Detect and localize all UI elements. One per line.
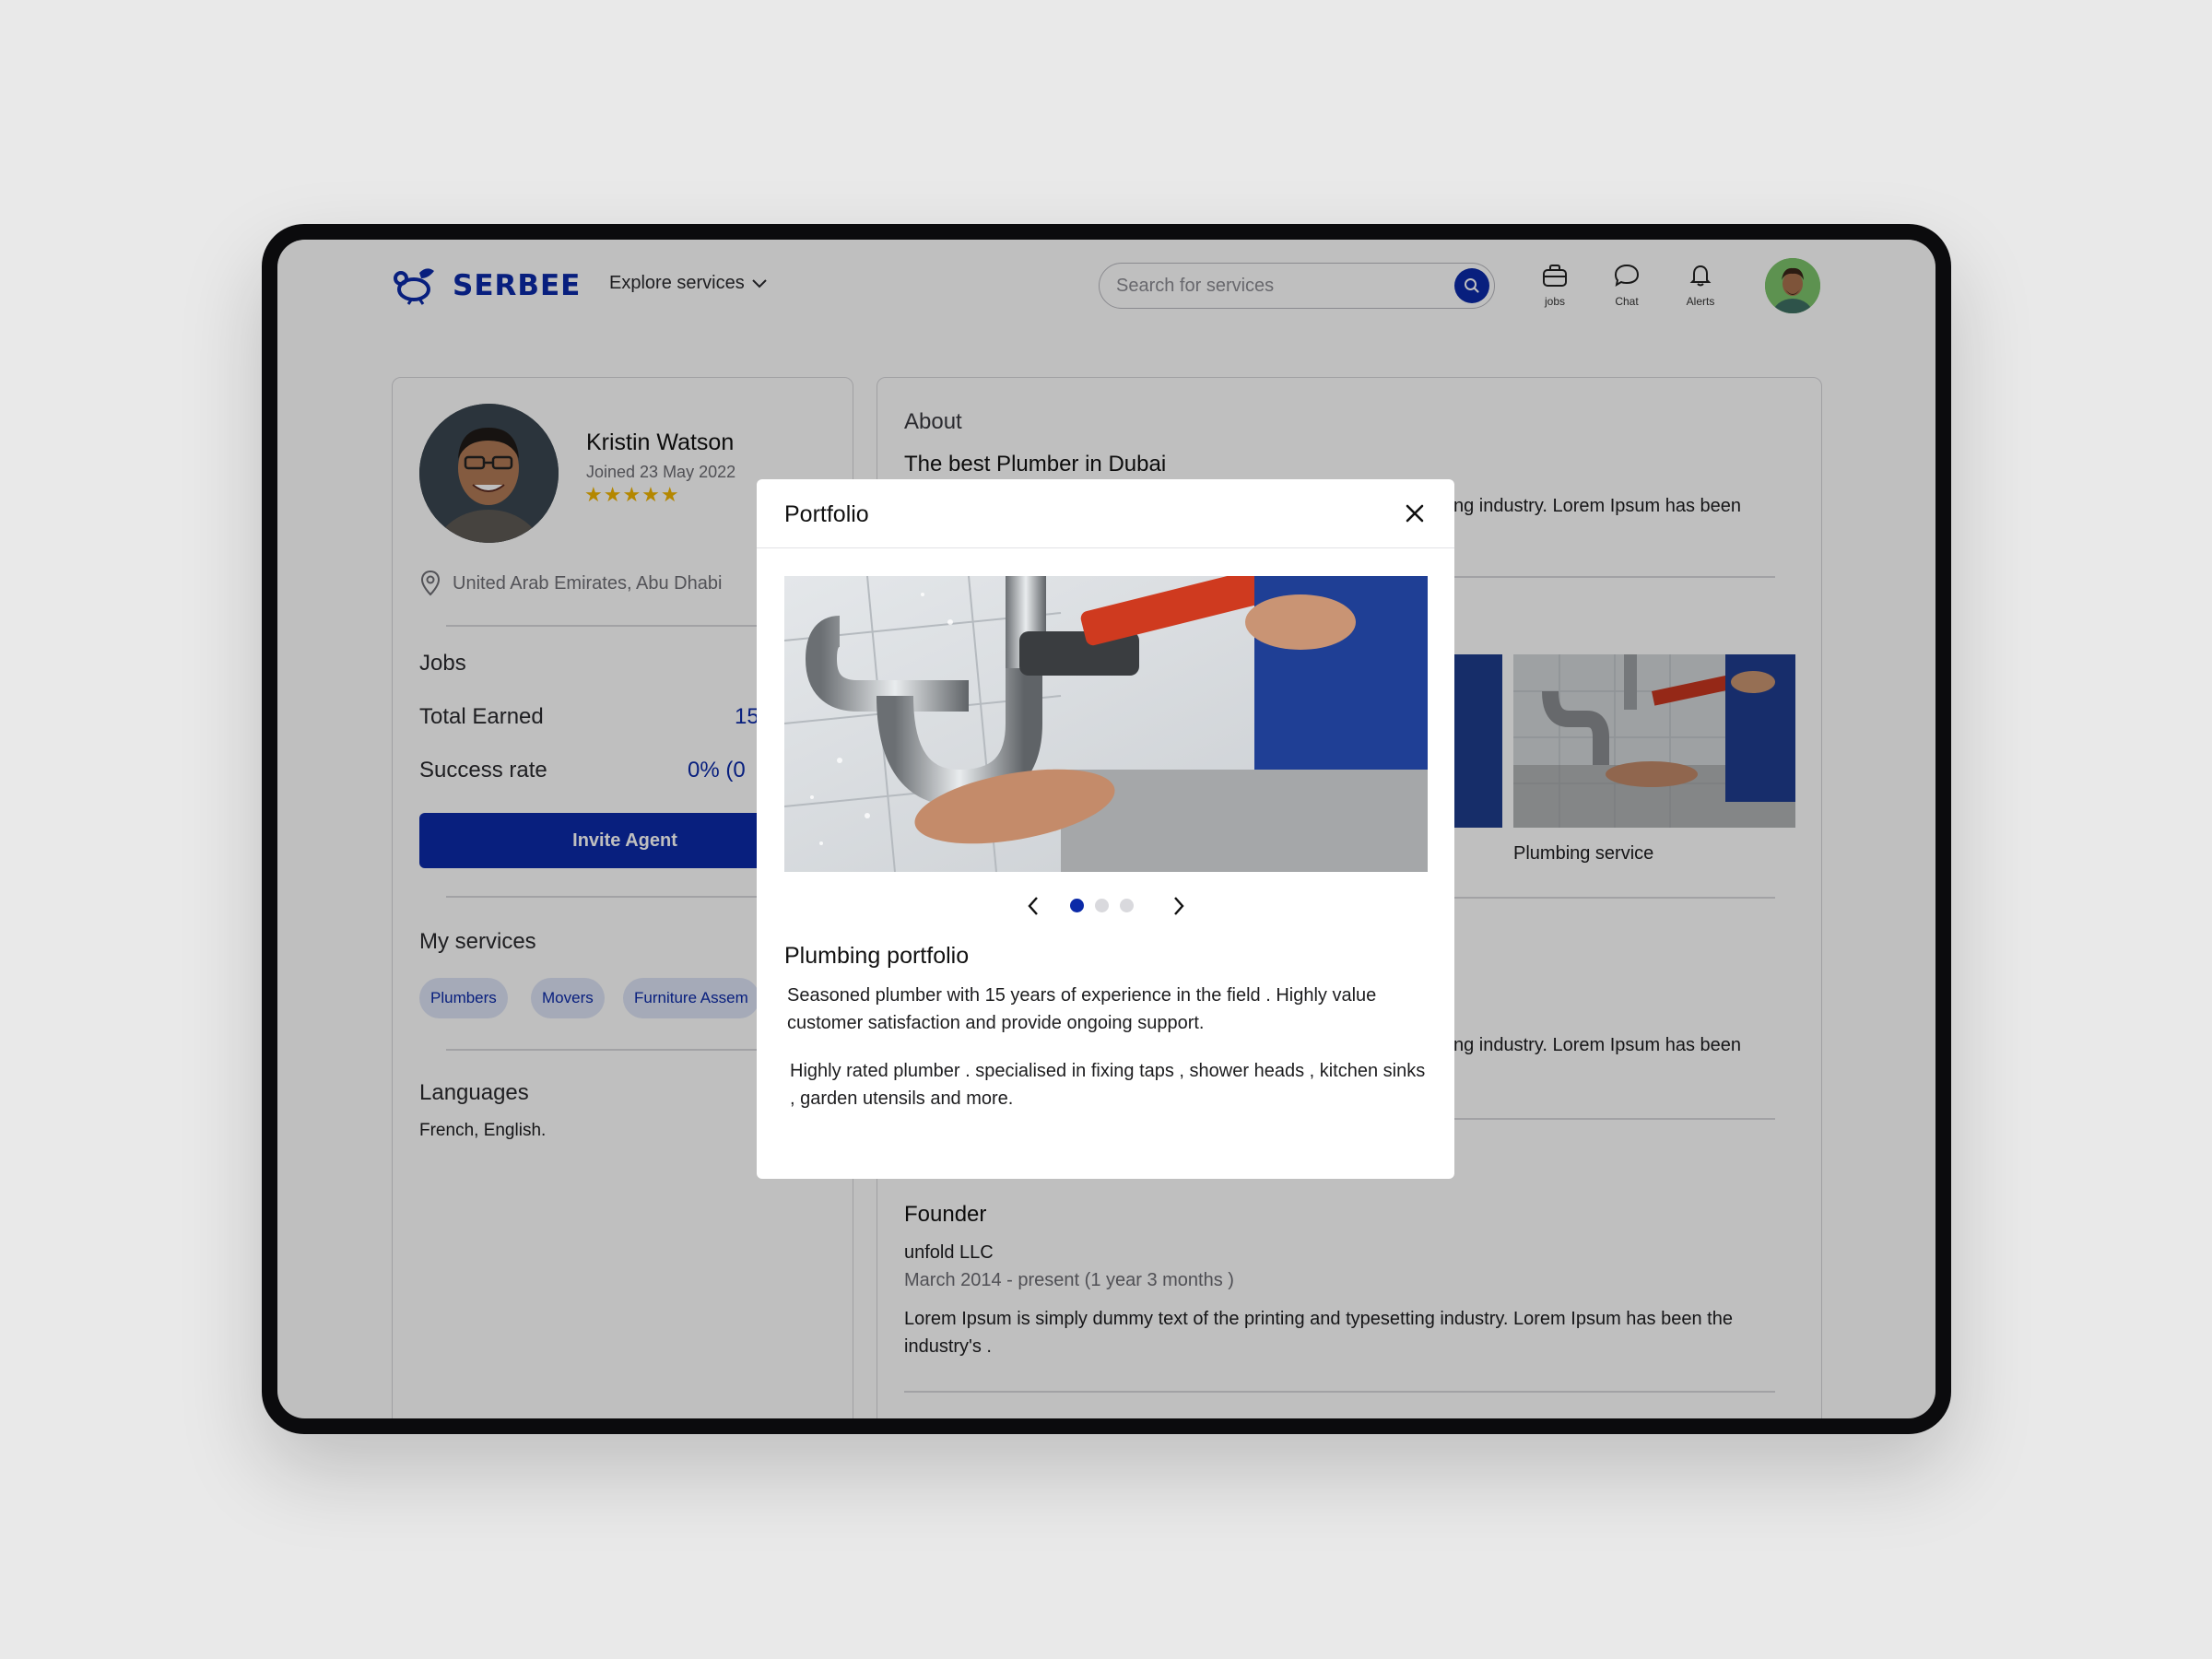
chevron-left-icon bbox=[1028, 897, 1038, 915]
carousel-dot-2[interactable] bbox=[1095, 899, 1109, 912]
portfolio-description-2: Highly rated plumber . specialised in fi… bbox=[790, 1061, 1426, 1109]
portfolio-slide-image bbox=[784, 576, 1428, 872]
carousel-dot-1[interactable] bbox=[1070, 899, 1084, 912]
carousel-next-button[interactable] bbox=[1168, 892, 1190, 920]
chevron-right-icon bbox=[1174, 897, 1184, 915]
portfolio-title: Plumbing portfolio bbox=[784, 943, 970, 969]
carousel-dot-3[interactable] bbox=[1120, 899, 1134, 912]
close-button[interactable] bbox=[1403, 501, 1427, 525]
portfolio-description-1: Seasoned plumber with 15 years of experi… bbox=[787, 985, 1377, 1033]
carousel-prev-button[interactable] bbox=[1022, 892, 1044, 920]
portfolio-modal: Portfolio Plumbing portfolio Seasoned pl… bbox=[757, 479, 1454, 1179]
app-screen: SERBEE Explore services Search for servi… bbox=[277, 240, 1936, 1418]
modal-title: Portfolio bbox=[784, 501, 869, 527]
modal-header: Portfolio bbox=[757, 479, 1454, 548]
close-icon bbox=[1406, 504, 1424, 523]
plumbing-photo bbox=[784, 576, 1428, 872]
